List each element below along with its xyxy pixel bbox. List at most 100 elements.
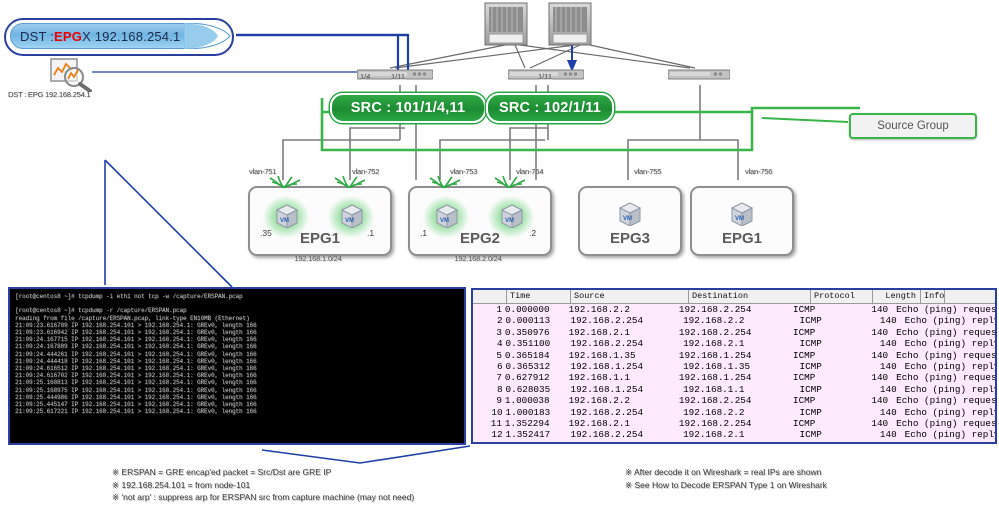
cell-time: 1.352417 — [505, 429, 551, 441]
table-row[interactable]: 12 1.352417 192.168.2.254 192.168.2.1 ICMP 14… — [473, 429, 995, 441]
table-row[interactable]: 3 0.350976 192.168.2.1 192.168.2.254 ICMP 140… — [473, 326, 995, 339]
cell-source: 192.168.2.2 — [568, 304, 630, 315]
cell-source: 192.168.2.254 — [570, 338, 644, 350]
vlan-label-756: vlan-756 — [745, 167, 773, 176]
cell-protocol: ICMP — [792, 395, 816, 407]
cell-info: Echo (ping) reply — [904, 383, 995, 395]
epg-card-2: VM VM .1 .2 EPG2 192.168.2.0/24 — [408, 186, 552, 263]
cell-no: 2 — [496, 315, 503, 327]
table-row[interactable]: 9 1.000038 192.168.2.2 192.168.2.254 ICMP 140… — [473, 395, 995, 407]
cell-destination: 192.168.2.1 — [683, 338, 745, 350]
cell-no: 3 — [496, 326, 502, 338]
cell-time: 0.365184 — [504, 349, 550, 361]
vm-icon: VM — [618, 202, 642, 226]
cell-destination: 192.168.1.1 — [683, 383, 745, 395]
col-header-source[interactable]: Source — [571, 290, 689, 303]
source-group-label: Source Group — [849, 113, 977, 139]
src-group-pill-102[interactable]: SRC : 102/1/11 — [486, 93, 614, 123]
cell-source: 192.168.2.254 — [570, 406, 644, 418]
cell-length: 140 — [871, 349, 889, 361]
cell-no: 6 — [496, 360, 503, 372]
cell-destination: 192.168.1.35 — [683, 360, 751, 372]
table-row[interactable]: 11 1.352294 192.168.2.1 192.168.2.254 ICMP 14… — [473, 417, 995, 430]
tcpdump-terminal[interactable]: [root@centos8 ~]# tcpdump -i eth1 not tc… — [8, 287, 466, 445]
col-header-length[interactable]: Length — [873, 290, 921, 303]
src-group-pill-101[interactable]: SRC : 101/1/4,11 — [330, 93, 486, 123]
cell-info: Echo (ping) reply — [904, 360, 995, 372]
cell-no: 1 — [496, 304, 502, 315]
capture-host-label: DST : EPG 192.168.254.1 — [8, 90, 91, 99]
cell-no: 10 — [491, 406, 503, 418]
vm-icon: VM — [500, 204, 524, 228]
cell-source: 192.168.2.1 — [568, 417, 630, 429]
spine-switch-2 — [548, 2, 592, 46]
cell-protocol: ICMP — [799, 360, 822, 372]
cell-length: 140 — [879, 406, 897, 418]
cell-length: 140 — [879, 383, 897, 395]
cell-length: 140 — [879, 429, 897, 441]
magnifier-chart-icon — [50, 58, 94, 93]
cell-protocol: ICMP — [799, 315, 822, 327]
cell-info: Echo (ping) request — [896, 395, 995, 407]
cell-source: 192.168.2.254 — [570, 315, 644, 327]
col-header-dest[interactable]: Destination — [689, 290, 811, 303]
tcpdump-output: [root@centos8 ~]# tcpdump -i eth1 not tc… — [15, 293, 257, 416]
epg-subnet: 192.168.1.0/24 — [294, 254, 342, 263]
table-row[interactable]: 10 1.000183 192.168.2.254 192.168.2.2 ICMP 14… — [473, 406, 995, 418]
col-header-info[interactable]: Info — [921, 290, 946, 303]
wireshark-packet-list[interactable]: Time Source Destination Protocol Length … — [471, 288, 997, 444]
table-row[interactable]: 8 0.628035 192.168.1.254 192.168.1.1 ICMP 140… — [473, 383, 995, 396]
vm-icon: VM — [275, 204, 299, 228]
cell-protocol: ICMP — [792, 417, 816, 429]
dst-callout: DST : EPG X 192.168.254.1 — [4, 18, 234, 56]
table-row[interactable]: 7 0.627912 192.168.1.1 192.168.1.254 ICMP 140… — [473, 372, 995, 384]
cell-destination: 192.168.2.2 — [683, 315, 745, 327]
cell-protocol: ICMP — [792, 326, 816, 338]
cell-length: 140 — [879, 360, 897, 372]
leaf-switch-103 — [667, 68, 731, 80]
epg-name: EPG1 — [299, 230, 341, 247]
table-row[interactable]: 4 0.351100 192.168.2.254 192.168.2.1 ICMP 140… — [473, 338, 995, 350]
cell-destination: 192.168.2.1 — [683, 429, 745, 441]
cell-time: 0.351100 — [505, 338, 551, 350]
svg-text:VM: VM — [440, 218, 449, 224]
col-header-no[interactable] — [473, 290, 507, 303]
table-row[interactable]: 5 0.365184 192.168.1.35 192.168.1.254 ICMP 14… — [473, 349, 995, 361]
cell-length: 140 — [871, 417, 889, 429]
dst-epg-label: EPG — [54, 28, 83, 44]
cell-length: 140 — [871, 304, 889, 315]
cell-protocol: ICMP — [792, 304, 816, 315]
cell-info: Echo (ping) reply — [904, 406, 995, 418]
footnote-left: ※ ERSPAN = GRE encap'ed packet = Src/Dst… — [112, 467, 415, 502]
table-row[interactable]: 1 0.000000 192.168.2.2 192.168.2.254 ICMP 140… — [473, 304, 995, 316]
cell-destination: 192.168.2.254 — [678, 395, 752, 407]
dst-suffix: X 192.168.254.1 — [82, 28, 181, 44]
cell-no: 7 — [496, 372, 502, 384]
cell-time: 1.352294 — [504, 417, 550, 429]
cell-no: 8 — [496, 383, 503, 395]
vlan-label-751: vlan-751 — [249, 167, 277, 176]
col-header-time[interactable]: Time — [507, 290, 571, 303]
vlan-label-753: vlan-753 — [450, 167, 478, 176]
cell-length: 140 — [879, 338, 897, 350]
grass-tuft-icon — [494, 176, 526, 188]
cell-time: 1.000038 — [504, 395, 550, 407]
svg-text:VM: VM — [505, 218, 514, 224]
cell-source: 192.168.1.254 — [570, 383, 644, 395]
cell-length: 140 — [879, 315, 897, 327]
grass-tuft-icon — [269, 176, 301, 188]
col-header-protocol[interactable]: Protocol — [811, 290, 873, 303]
table-row[interactable]: 6 0.365312 192.168.1.254 192.168.1.35 ICMP 14… — [473, 360, 995, 373]
leaf-switch-102-port-1-11: 1/11 — [538, 72, 553, 81]
table-row[interactable]: 2 0.000113 192.168.2.254 192.168.2.2 ICMP 140… — [473, 315, 995, 327]
vlan-label-755: vlan-755 — [634, 167, 662, 176]
cell-destination: 192.168.2.254 — [678, 326, 752, 338]
cell-info: Echo (ping) reply — [904, 315, 995, 327]
cell-length: 140 — [871, 326, 889, 338]
cell-info: Echo (ping) request — [896, 304, 995, 315]
cell-source: 192.168.1.254 — [570, 360, 644, 372]
cell-protocol: ICMP — [799, 338, 822, 350]
vm-icon: VM — [435, 204, 459, 228]
cell-info: Echo (ping) request — [896, 349, 995, 361]
leaf-switch-101-port-1-11: 1/11 — [391, 72, 406, 81]
